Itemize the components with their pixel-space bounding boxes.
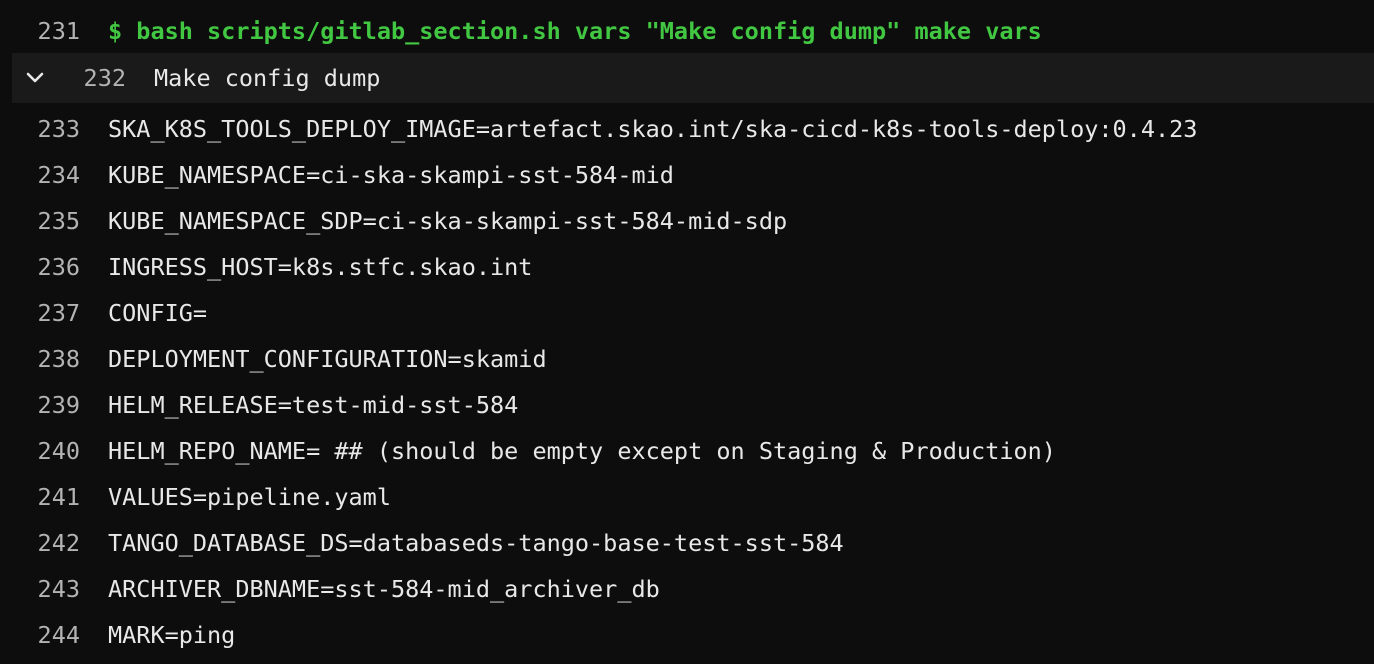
line-number[interactable]: 233	[0, 115, 108, 143]
log-line: 233 SKA_K8S_TOOLS_DEPLOY_IMAGE=artefact.…	[0, 106, 1374, 152]
line-number[interactable]: 241	[0, 483, 108, 511]
log-text: HELM_RELEASE=test-mid-sst-584	[108, 391, 519, 419]
log-line: 235 KUBE_NAMESPACE_SDP=ci-ska-skampi-sst…	[0, 198, 1374, 244]
line-number[interactable]: 231	[0, 17, 108, 45]
log-text: KUBE_NAMESPACE_SDP=ci-ska-skampi-sst-584…	[108, 207, 788, 235]
log-line: 240 HELM_REPO_NAME= ## (should be empty …	[0, 428, 1374, 474]
log-line: 242 TANGO_DATABASE_DS=databaseds-tango-b…	[0, 520, 1374, 566]
log-text: CONFIG=	[108, 299, 208, 327]
line-number[interactable]: 244	[0, 621, 108, 649]
log-text: HELM_REPO_NAME= ## (should be empty exce…	[108, 437, 1056, 465]
line-number[interactable]: 232	[58, 64, 154, 92]
section-title: Make config dump	[154, 64, 381, 92]
log-text: INGRESS_HOST=k8s.stfc.skao.int	[108, 253, 533, 281]
log-line: 237 CONFIG=	[0, 290, 1374, 336]
log-text: ARCHIVER_DBNAME=sst-584-mid_archiver_db	[108, 575, 660, 603]
line-number[interactable]: 242	[0, 529, 108, 557]
line-number[interactable]: 235	[0, 207, 108, 235]
line-number[interactable]: 240	[0, 437, 108, 465]
log-line: 238 DEPLOYMENT_CONFIGURATION=skamid	[0, 336, 1374, 382]
command-text: $ bash scripts/gitlab_section.sh vars "M…	[108, 17, 1042, 45]
log-line: 243 ARCHIVER_DBNAME=sst-584-mid_archiver…	[0, 566, 1374, 612]
log-text: TANGO_DATABASE_DS=databaseds-tango-base-…	[108, 529, 844, 557]
log-line: 236 INGRESS_HOST=k8s.stfc.skao.int	[0, 244, 1374, 290]
log-text: VALUES=pipeline.yaml	[108, 483, 391, 511]
log-line: 234 KUBE_NAMESPACE=ci-ska-skampi-sst-584…	[0, 152, 1374, 198]
log-text: SKA_K8S_TOOLS_DEPLOY_IMAGE=artefact.skao…	[108, 115, 1198, 143]
log-text: DEPLOYMENT_CONFIGURATION=skamid	[108, 345, 547, 373]
section-header-make-config-dump[interactable]: 232 Make config dump	[12, 53, 1374, 103]
job-log: 231 $ bash scripts/gitlab_section.sh var…	[0, 8, 1374, 658]
line-number[interactable]: 237	[0, 299, 108, 327]
line-number[interactable]: 236	[0, 253, 108, 281]
chevron-down-icon[interactable]	[12, 53, 58, 103]
line-number[interactable]: 238	[0, 345, 108, 373]
line-number[interactable]: 234	[0, 161, 108, 189]
line-number[interactable]: 239	[0, 391, 108, 419]
log-line-command: 231 $ bash scripts/gitlab_section.sh var…	[0, 8, 1374, 54]
log-text: MARK=ping	[108, 621, 236, 649]
log-line: 241 VALUES=pipeline.yaml	[0, 474, 1374, 520]
log-text: KUBE_NAMESPACE=ci-ska-skampi-sst-584-mid	[108, 161, 674, 189]
line-number[interactable]: 243	[0, 575, 108, 603]
log-line: 244 MARK=ping	[0, 612, 1374, 658]
log-line: 239 HELM_RELEASE=test-mid-sst-584	[0, 382, 1374, 428]
